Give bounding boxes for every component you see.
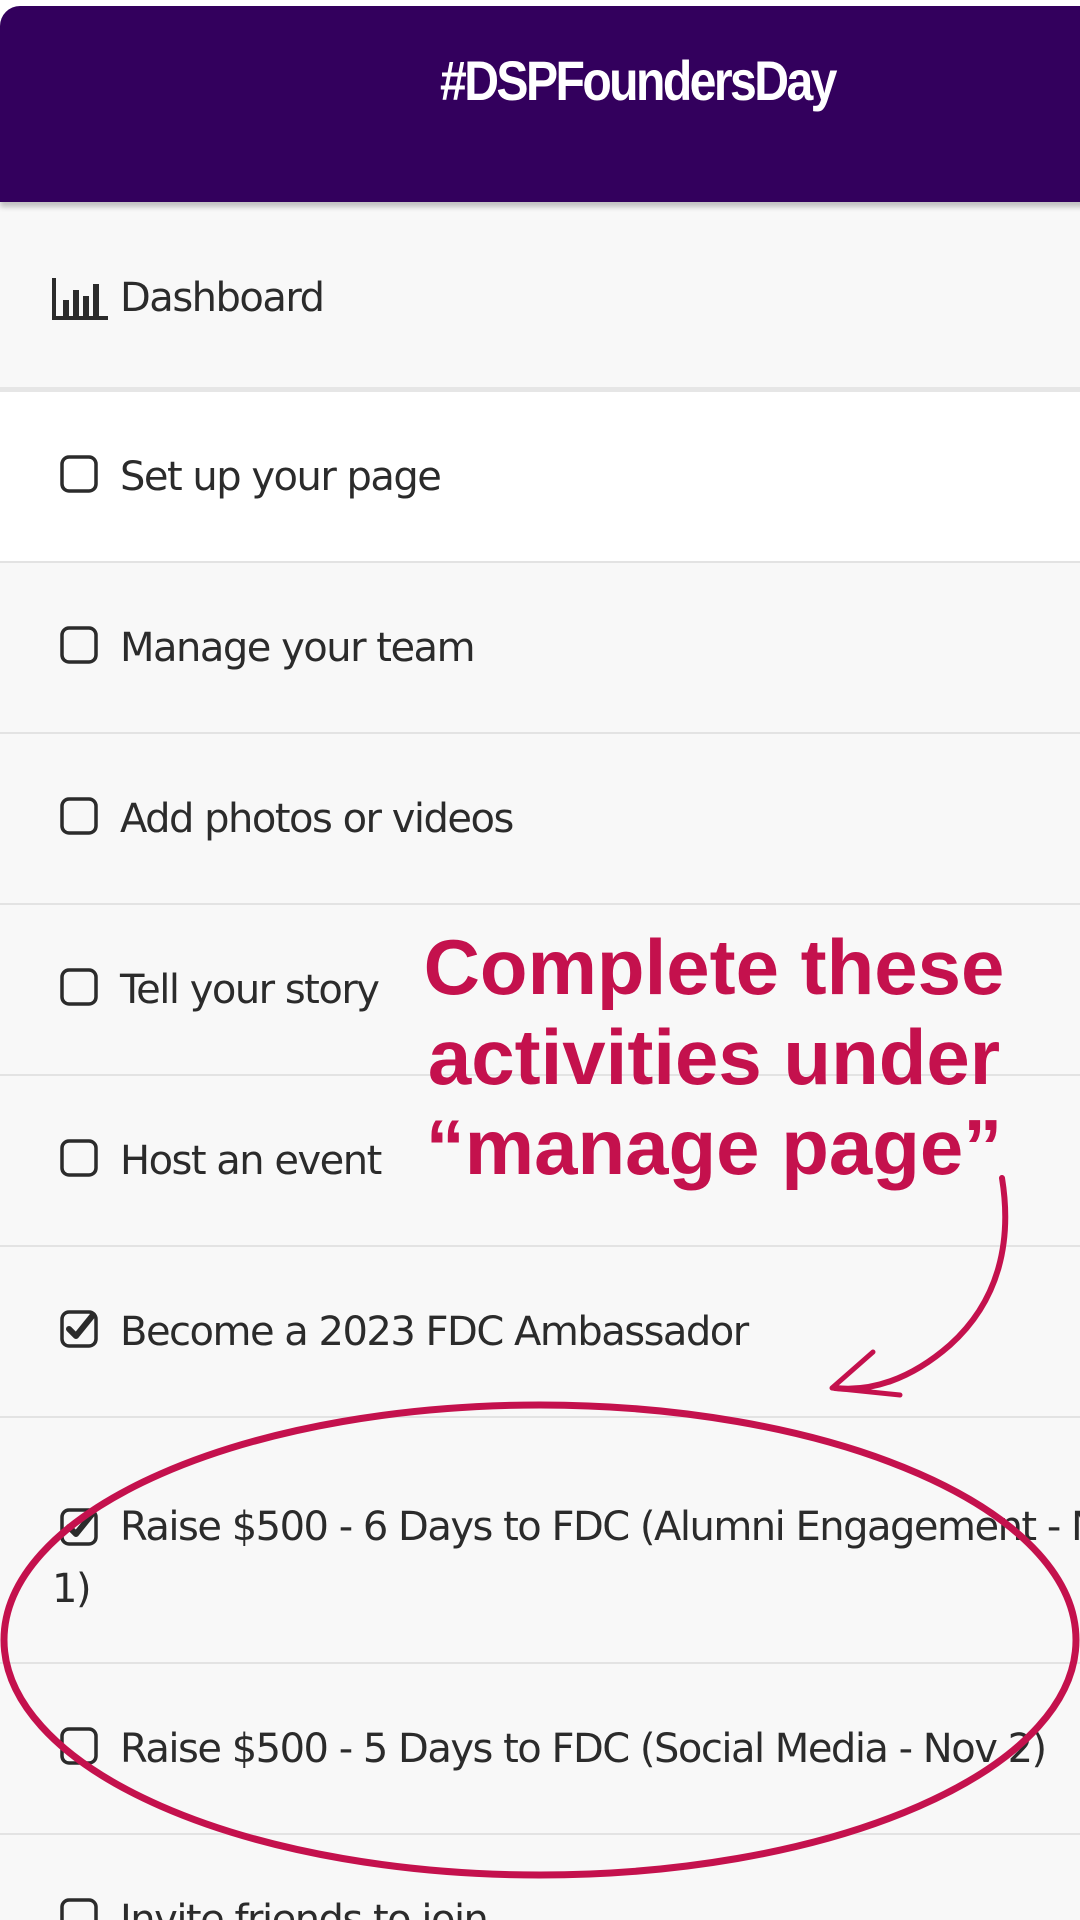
menu-item-label: Tell your story <box>120 966 380 1013</box>
menu-item-become-ambassador[interactable]: Become a 2023 FDC Ambassador <box>0 1247 1080 1418</box>
menu-item-label: Become a 2023 FDC Ambassador <box>120 1308 749 1355</box>
menu-item-invite-friends[interactable]: Invite friends to join <box>0 1835 1080 1920</box>
menu-item-label: Set up your page <box>120 453 442 500</box>
menu-item-label: Raise $500 - 6 Days to FDC (Alumni Engag… <box>120 1504 1080 1550</box>
checkbox-unchecked-icon[interactable] <box>60 454 98 493</box>
menu-item-label: Invite friends to join <box>120 1896 489 1920</box>
menu-item-manage-team[interactable]: Manage your team <box>0 563 1080 734</box>
menu-item-add-photos[interactable]: Add photos or videos <box>0 734 1080 905</box>
checkbox-checked-icon[interactable] <box>60 1508 98 1546</box>
annotation-line: Complete these <box>423 923 1005 1011</box>
annotation-line: activities under <box>427 1013 1001 1101</box>
checkbox-unchecked-icon[interactable] <box>60 796 98 835</box>
bar-chart-icon <box>52 278 108 320</box>
annotation-line: “manage page” <box>425 1103 1003 1191</box>
menu-item-raise-500-social[interactable]: Raise $500 - 5 Days to FDC (Social Media… <box>0 1664 1080 1835</box>
dashboard-label: Dashboard <box>120 275 325 321</box>
page-header: #DSPFoundersDay <box>0 6 1080 202</box>
menu-item-raise-500-alumni[interactable]: Raise $500 - 6 Days to FDC (Alumni Engag… <box>0 1418 1080 1664</box>
checkbox-unchecked-icon[interactable] <box>60 1138 98 1177</box>
checkbox-unchecked-icon[interactable] <box>60 625 98 664</box>
checkbox-unchecked-icon[interactable] <box>60 1726 98 1765</box>
menu-item-label: Manage your team <box>120 624 476 671</box>
menu-item-label-wrap: 1) <box>52 1566 92 1612</box>
checkbox-checked-icon[interactable] <box>60 1309 98 1348</box>
menu-item-dashboard[interactable]: Dashboard <box>0 208 1080 392</box>
checkbox-unchecked-icon[interactable] <box>60 967 98 1006</box>
menu-item-label: Host an event <box>120 1137 382 1184</box>
page-title: #DSPFoundersDay <box>440 49 837 112</box>
menu-item-label: Add photos or videos <box>120 795 514 842</box>
menu-item-set-up-page[interactable]: Set up your page <box>0 392 1080 563</box>
menu-item-label: Raise $500 - 5 Days to FDC (Social Media… <box>120 1725 1047 1772</box>
checkbox-unchecked-icon[interactable] <box>60 1897 98 1920</box>
annotation-callout: Complete these activities under “manage … <box>384 922 1044 1192</box>
